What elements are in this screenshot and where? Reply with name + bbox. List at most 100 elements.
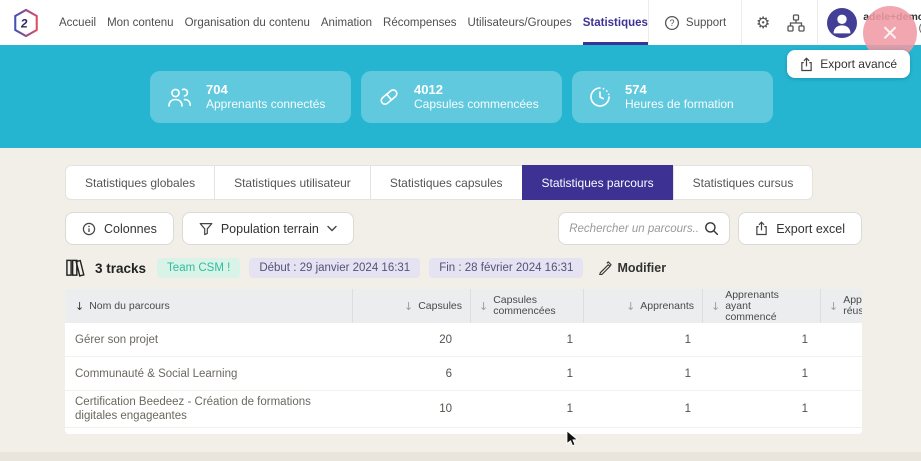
modifier-label: Modifier xyxy=(617,261,666,275)
nav-item-animation[interactable]: Animation xyxy=(321,0,372,45)
column-header-apprenants-ayant-commence[interactable]: ↓ Apprenants ayant commencé xyxy=(702,289,820,323)
people-icon xyxy=(166,86,193,109)
stats-banner: 704 Apprenants connectés 4012 Capsules c… xyxy=(0,45,921,148)
population-filter-dropdown[interactable]: Population terrain xyxy=(182,212,354,245)
column-header-capsules-commencees[interactable]: ↓ Capsules commencées xyxy=(470,289,583,323)
beedeez-logo-icon: 2 xyxy=(12,8,40,38)
sort-descending-icon[interactable]: ↓ xyxy=(711,301,720,312)
tab-statistiques-capsules[interactable]: Statistiques capsules xyxy=(370,165,523,200)
cell-apprenants: 1 xyxy=(583,329,702,351)
start-date-badge: Début : 29 janvier 2024 16:31 xyxy=(249,258,420,278)
info-circle-icon xyxy=(82,222,96,236)
column-header-nom-du-parcours[interactable]: ↓ Nom du parcours xyxy=(65,289,352,323)
cell-capsules: 6 xyxy=(352,363,470,385)
cell-capsules-commencees: 1 xyxy=(470,398,583,420)
parcours-table: ↓ Nom du parcours ↓ Capsules ↓ Capsules … xyxy=(65,289,862,434)
search-input[interactable] xyxy=(569,223,698,235)
stat-label: Capsules commencées xyxy=(414,97,539,112)
cell-apprenants-commence: 1 xyxy=(702,398,820,420)
columns-label: Colonnes xyxy=(104,222,157,236)
end-date-badge: Fin : 28 février 2024 16:31 xyxy=(429,258,583,278)
nav-divider xyxy=(741,0,742,45)
stat-value: 704 xyxy=(206,82,325,97)
nav-divider xyxy=(817,0,818,45)
sort-descending-icon[interactable]: ↓ xyxy=(75,301,84,312)
sort-descending-icon[interactable]: ↓ xyxy=(479,301,488,312)
avatar xyxy=(827,8,857,38)
column-header-capsules[interactable]: ↓ Capsules xyxy=(352,289,470,323)
team-badge: Team CSM ! xyxy=(157,258,240,278)
cell-apprenants: 1 xyxy=(583,363,702,385)
sort-descending-icon[interactable]: ↓ xyxy=(404,301,413,312)
capsule-icon xyxy=(377,85,401,109)
search-icon[interactable] xyxy=(704,221,719,236)
question-circle-icon: ? xyxy=(664,15,680,31)
search-box[interactable] xyxy=(558,212,730,245)
cell-capsules-commencees: 1 xyxy=(470,329,583,351)
population-filter-label: Population terrain xyxy=(221,222,319,236)
stat-card-apprenants-connectes: 704 Apprenants connectés xyxy=(150,71,351,123)
stat-value: 4012 xyxy=(414,82,539,97)
statistics-tabs: Statistiques globales Statistiques utili… xyxy=(65,165,813,200)
stat-value: 574 xyxy=(625,82,734,97)
export-excel-button[interactable]: Export excel xyxy=(738,212,862,245)
cell-capsules: 20 xyxy=(352,329,470,351)
column-header-clipped[interactable]: ↓ Appr réuss xyxy=(820,289,862,323)
beedeez-logo[interactable]: 2 xyxy=(12,8,40,38)
nav-item-statistiques[interactable]: Statistiques xyxy=(583,0,648,45)
export-avance-label: Export avancé xyxy=(820,57,897,71)
nav-item-utilisateurs-groupes[interactable]: Utilisateurs/Groupes xyxy=(468,0,572,45)
cell-apprenants: 1 xyxy=(583,398,702,420)
stat-cards: 704 Apprenants connectés 4012 Capsules c… xyxy=(150,71,773,123)
sort-descending-icon[interactable]: ↓ xyxy=(626,301,635,312)
person-icon xyxy=(827,8,857,38)
stat-label: Heures de formation xyxy=(625,97,734,112)
column-label: Apprenants ayant commencé xyxy=(725,290,795,323)
sort-descending-icon[interactable]: ↓ xyxy=(829,301,838,312)
close-icon: × xyxy=(882,17,898,49)
table-header: ↓ Nom du parcours ↓ Capsules ↓ Capsules … xyxy=(65,289,862,323)
nav-item-organisation-du-contenu[interactable]: Organisation du contenu xyxy=(185,0,310,45)
gear-icon[interactable]: ⚙ xyxy=(751,11,775,35)
tab-statistiques-parcours[interactable]: Statistiques parcours xyxy=(522,165,674,200)
cell-apprenants-commence: 1 xyxy=(702,363,820,385)
stat-card-capsules-commencees: 4012 Capsules commencées xyxy=(361,71,562,123)
export-avance-button[interactable]: Export avancé xyxy=(787,50,910,78)
table-row[interactable]: Gérer son projet 20 1 1 1 xyxy=(65,323,862,357)
tab-statistiques-globales[interactable]: Statistiques globales xyxy=(65,165,215,200)
svg-text:?: ? xyxy=(669,18,674,28)
filter-icon xyxy=(199,222,213,236)
columns-button[interactable]: Colonnes xyxy=(65,212,174,245)
upload-icon xyxy=(800,57,813,72)
table-row[interactable]: Communauté & Social Learning 6 1 1 1 xyxy=(65,357,862,391)
upload-icon xyxy=(755,221,768,236)
modifier-button[interactable]: Modifier xyxy=(598,261,666,275)
nav-item-accueil[interactable]: Accueil xyxy=(59,0,96,45)
tab-statistiques-cursus[interactable]: Statistiques cursus xyxy=(673,165,814,200)
clock-icon xyxy=(588,85,612,109)
export-excel-label: Export excel xyxy=(776,222,845,236)
table-row[interactable]: Certification Beedeez - Création de form… xyxy=(65,391,862,428)
column-label: Capsules xyxy=(418,301,462,312)
stat-card-heures-formation: 574 Heures de formation xyxy=(572,71,773,123)
nav-item-recompenses[interactable]: Récompenses xyxy=(383,0,457,45)
table-toolbar: Colonnes Population terrain Export excel xyxy=(65,212,862,245)
cell-apprenants-commence: 1 xyxy=(702,329,820,351)
cell-capsules: 10 xyxy=(352,398,470,420)
column-label: Apprenants xyxy=(640,301,694,312)
column-label: Appr réuss xyxy=(843,295,862,317)
cell-parcours-name: Certification Beedeez - Création de form… xyxy=(65,391,352,427)
org-chart-icon[interactable] xyxy=(784,11,808,35)
support-button[interactable]: ? Support xyxy=(658,15,732,31)
chevron-down-icon xyxy=(327,225,337,232)
column-label: Capsules commencées xyxy=(493,295,563,317)
column-label: Nom du parcours xyxy=(89,301,170,312)
table-footer-padding xyxy=(65,428,862,434)
nav-item-mon-contenu[interactable]: Mon contenu xyxy=(107,0,174,45)
cell-capsules-commencees: 1 xyxy=(470,363,583,385)
stat-label: Apprenants connectés xyxy=(206,97,325,112)
top-navigation: 2 Accueil Mon contenu Organisation du co… xyxy=(0,0,921,45)
tab-statistiques-utilisateur[interactable]: Statistiques utilisateur xyxy=(214,165,371,200)
column-header-apprenants[interactable]: ↓ Apprenants xyxy=(583,289,702,323)
books-icon xyxy=(65,258,86,278)
